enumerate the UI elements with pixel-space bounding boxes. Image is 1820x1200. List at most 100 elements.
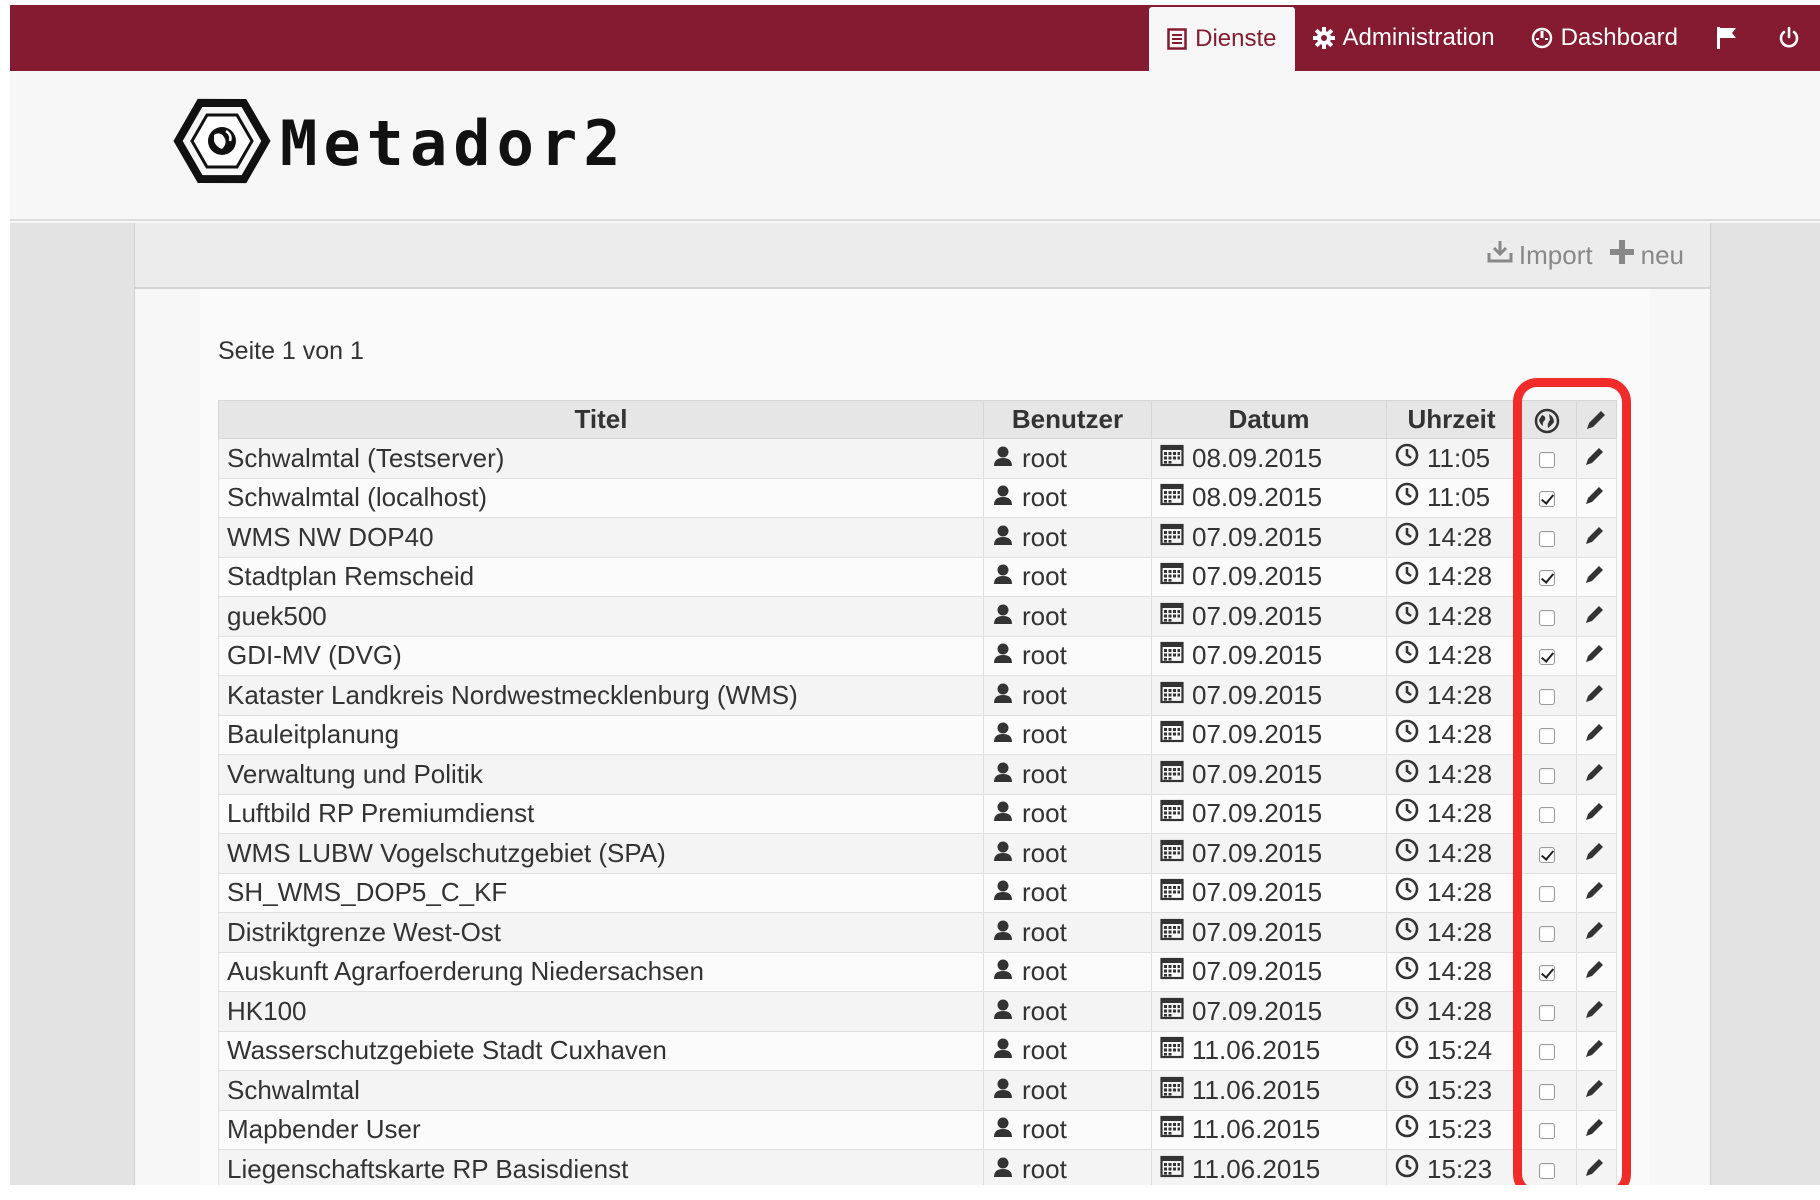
table-row[interactable]: Liegenschaftskarte RP Basisdienst root 11.… — [218, 1149, 1617, 1185]
edit-pencil-icon[interactable] — [1583, 839, 1605, 870]
table-row[interactable]: Luftbild RP Premiumdienst root 07.09.2015 1… — [218, 793, 1617, 834]
edit-pencil-icon[interactable] — [1583, 1115, 1605, 1146]
table-row[interactable]: Schwalmtal root 11.06.2015 15:23 — [218, 1070, 1617, 1111]
row-title[interactable]: Mapbender User — [218, 1109, 984, 1150]
logout-button[interactable] — [1758, 5, 1820, 71]
edit-pencil-icon[interactable] — [1583, 760, 1605, 791]
public-checkbox[interactable] — [1538, 491, 1555, 508]
public-checkbox[interactable] — [1538, 886, 1555, 903]
table-row[interactable]: Kataster Landkreis Nordwestmecklenburg (… — [218, 675, 1617, 716]
clock-icon — [1395, 640, 1419, 671]
edit-pencil-icon[interactable] — [1583, 918, 1605, 949]
table-row[interactable]: Verwaltung und Politik root 07.09.2015 14:2… — [218, 754, 1617, 795]
row-title[interactable]: Kataster Landkreis Nordwestmecklenburg (… — [218, 675, 984, 716]
edit-pencil-icon[interactable] — [1583, 681, 1605, 712]
user-icon — [992, 1154, 1014, 1185]
row-user-cell: root — [983, 477, 1152, 518]
nav-dienste[interactable]: Dienste — [1149, 7, 1295, 71]
public-checkbox[interactable] — [1538, 570, 1555, 587]
table-row[interactable]: Auskunft Agrarfoerderung Niedersachsen ro… — [218, 951, 1617, 992]
row-title[interactable]: WMS LUBW Vogelschutzgebiet (SPA) — [218, 833, 984, 874]
table-row[interactable]: WMS NW DOP40 root 07.09.2015 14:28 — [218, 517, 1617, 558]
row-title[interactable]: WMS NW DOP40 — [218, 517, 984, 558]
public-checkbox[interactable] — [1538, 649, 1555, 666]
header-title[interactable]: Titel — [218, 400, 984, 439]
row-title[interactable]: Luftbild RP Premiumdienst — [218, 793, 984, 834]
row-title[interactable]: Auskunft Agrarfoerderung Niedersachsen — [218, 951, 984, 992]
edit-pencil-icon[interactable] — [1583, 1076, 1605, 1107]
table-row[interactable]: Schwalmtal (localhost) root 08.09.2015 11:0… — [218, 477, 1617, 518]
table-row[interactable]: SH_WMS_DOP5_C_KF root 07.09.2015 14:28 — [218, 872, 1617, 913]
row-title[interactable]: Distriktgrenze West-Ost — [218, 912, 984, 953]
edit-pencil-icon[interactable] — [1583, 997, 1605, 1028]
row-title[interactable]: Verwaltung und Politik — [218, 754, 984, 795]
table-row[interactable]: guek500 root 07.09.2015 14:28 — [218, 596, 1617, 637]
row-title[interactable]: guek500 — [218, 596, 984, 637]
edit-pencil-icon[interactable] — [1583, 957, 1605, 988]
public-checkbox[interactable] — [1538, 846, 1555, 863]
logo[interactable]: Metador2 — [172, 91, 627, 196]
public-checkbox[interactable] — [1538, 609, 1555, 626]
row-user: root — [1022, 640, 1067, 671]
table-row[interactable]: Bauleitplanung root 07.09.2015 14:28 — [218, 714, 1617, 755]
public-checkbox[interactable] — [1538, 1123, 1555, 1140]
row-title[interactable]: HK100 — [218, 991, 984, 1032]
table-row[interactable]: HK100 root 07.09.2015 14:28 — [218, 991, 1617, 1032]
header-user[interactable]: Benutzer — [983, 400, 1152, 439]
language-button[interactable] — [1696, 5, 1758, 71]
table-row[interactable]: GDI-MV (DVG) root 07.09.2015 14:28 — [218, 635, 1617, 676]
public-checkbox[interactable] — [1538, 767, 1555, 784]
table-row[interactable]: Stadtplan Remscheid root 07.09.2015 14:28 — [218, 556, 1617, 597]
public-checkbox[interactable] — [1538, 1083, 1555, 1100]
nav-dashboard[interactable]: Dashboard — [1513, 5, 1696, 71]
row-title[interactable]: Bauleitplanung — [218, 714, 984, 755]
clock-icon — [1395, 719, 1419, 750]
edit-pencil-icon[interactable] — [1583, 1036, 1605, 1067]
edit-pencil-icon[interactable] — [1583, 562, 1605, 593]
row-time: 14:28 — [1427, 798, 1493, 829]
row-title[interactable]: GDI-MV (DVG) — [218, 635, 984, 676]
row-user: root — [1022, 758, 1067, 789]
clock-icon — [1395, 838, 1419, 869]
table-row[interactable]: WMS LUBW Vogelschutzgebiet (SPA) root 07.0… — [218, 833, 1617, 874]
row-date: 07.09.2015 — [1192, 995, 1323, 1026]
edit-pencil-icon[interactable] — [1583, 641, 1605, 672]
row-title[interactable]: Liegenschaftskarte RP Basisdienst — [218, 1149, 984, 1185]
public-checkbox[interactable] — [1538, 1044, 1555, 1061]
row-user: root — [1022, 1074, 1067, 1105]
import-button[interactable]: Import — [1487, 239, 1593, 272]
public-checkbox[interactable] — [1538, 451, 1555, 468]
edit-pencil-icon[interactable] — [1583, 1155, 1605, 1185]
row-date-cell: 07.09.2015 — [1151, 714, 1387, 755]
header-date[interactable]: Datum — [1151, 400, 1387, 439]
table-row[interactable]: Schwalmtal (Testserver) root 08.09.2015 11:… — [218, 438, 1617, 479]
public-checkbox[interactable] — [1538, 530, 1555, 547]
public-checkbox[interactable] — [1538, 807, 1555, 824]
row-title[interactable]: Stadtplan Remscheid — [218, 556, 984, 597]
table-row[interactable]: Distriktgrenze West-Ost root 07.09.2015 14:… — [218, 912, 1617, 953]
public-checkbox[interactable] — [1538, 688, 1555, 705]
public-checkbox[interactable] — [1538, 925, 1555, 942]
public-checkbox[interactable] — [1538, 1162, 1555, 1179]
edit-pencil-icon[interactable] — [1583, 444, 1605, 475]
edit-pencil-icon[interactable] — [1583, 483, 1605, 514]
row-title[interactable]: Schwalmtal — [218, 1070, 984, 1111]
public-checkbox[interactable] — [1538, 965, 1555, 982]
public-checkbox[interactable] — [1538, 728, 1555, 745]
row-title[interactable]: Wasserschutzgebiete Stadt Cuxhaven — [218, 1030, 984, 1071]
edit-pencil-icon[interactable] — [1583, 602, 1605, 633]
new-button[interactable]: neu — [1609, 239, 1684, 272]
table-row[interactable]: Wasserschutzgebiete Stadt Cuxhaven root 11… — [218, 1030, 1617, 1071]
edit-pencil-icon[interactable] — [1583, 878, 1605, 909]
table-row[interactable]: Mapbender User root 11.06.2015 15:23 — [218, 1109, 1617, 1150]
header-time[interactable]: Uhrzeit — [1386, 400, 1517, 439]
row-time: 15:23 — [1427, 1074, 1493, 1105]
nav-administration[interactable]: Administration — [1295, 5, 1513, 71]
row-title[interactable]: Schwalmtal (Testserver) — [218, 438, 984, 479]
edit-pencil-icon[interactable] — [1583, 799, 1605, 830]
row-title[interactable]: SH_WMS_DOP5_C_KF — [218, 872, 984, 913]
edit-pencil-icon[interactable] — [1583, 720, 1605, 751]
edit-pencil-icon[interactable] — [1583, 523, 1605, 554]
public-checkbox[interactable] — [1538, 1004, 1555, 1021]
row-title[interactable]: Schwalmtal (localhost) — [218, 477, 984, 518]
